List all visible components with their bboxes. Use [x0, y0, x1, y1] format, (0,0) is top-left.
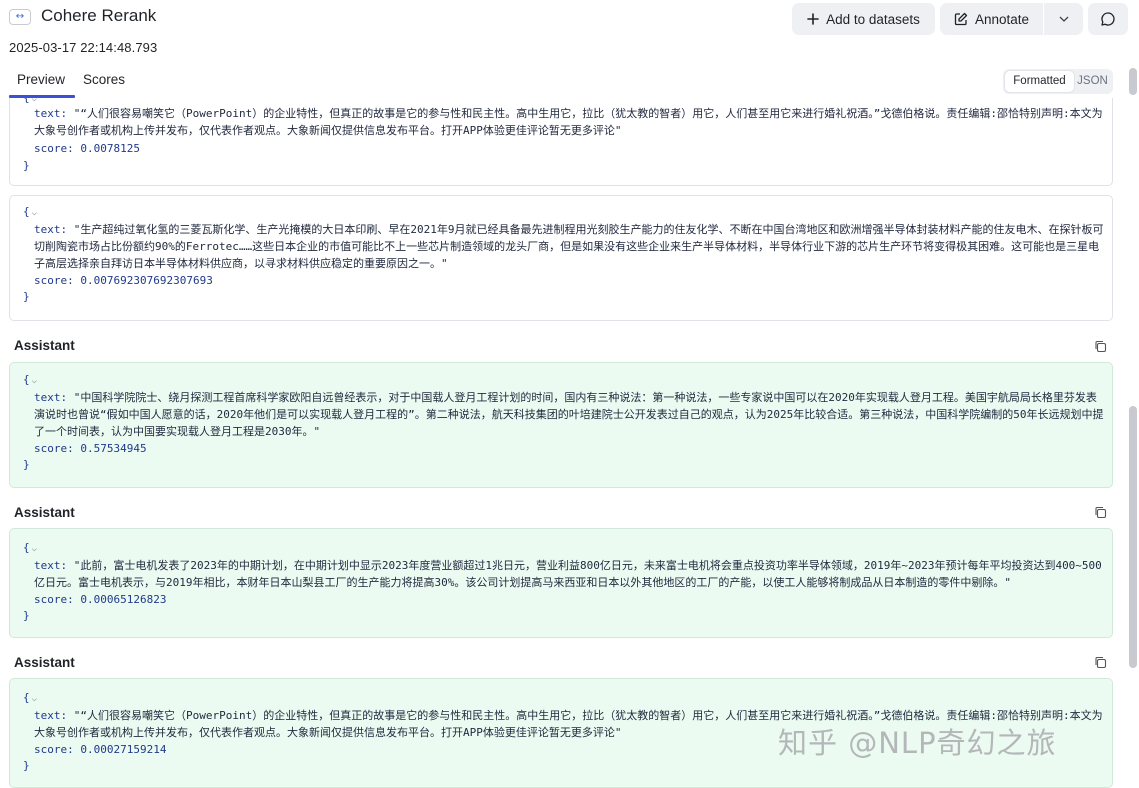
json-toggle-option[interactable]: JSON: [1074, 71, 1111, 92]
role-label: Assistant: [14, 505, 75, 520]
tab-preview[interactable]: Preview: [17, 72, 65, 87]
role-label: Assistant: [14, 338, 75, 353]
scrollbar-thumb[interactable]: [1129, 406, 1137, 668]
brace-close: }: [23, 290, 30, 303]
brace-open: {⌵: [23, 98, 37, 104]
annotate-label: Annotate: [974, 11, 1030, 27]
timestamp: 2025-03-17 22:14:48.793: [9, 40, 158, 55]
copy-icon[interactable]: [1094, 340, 1107, 353]
collapse-chevron-icon[interactable]: ⌵: [32, 544, 37, 554]
role-label: Assistant: [14, 655, 75, 670]
tab-scores[interactable]: Scores: [83, 72, 125, 87]
inner-scrollbar-thumb[interactable]: [1129, 68, 1137, 95]
message-card: {⌵ text: "“人们很容易嘲笑它（PowerPoint）的企业特性，但真正…: [9, 98, 1113, 186]
brace-open: {⌵: [23, 205, 38, 218]
collapse-chevron-icon[interactable]: ⌵: [32, 694, 37, 704]
score-field: score: 0.00065126823: [34, 593, 167, 606]
text-field: text: "生产超纯过氧化氢的三菱瓦斯化学、生产光掩模的大日本印刷、早在202…: [34, 223, 1104, 270]
watermark: 知乎 @NLP奇幻之旅: [778, 726, 1057, 760]
chat-bubble-icon: [1101, 12, 1115, 26]
messages-viewport: {⌵ text: "“人们很容易嘲笑它（PowerPoint）的企业特性，但真正…: [0, 98, 1127, 788]
brace-close: }: [23, 159, 30, 172]
chevron-down-icon: [1059, 16, 1068, 22]
message-card: {⌵ text: "生产超纯过氧化氢的三菱瓦斯化学、生产光掩模的大日本印刷、早在…: [9, 195, 1113, 321]
view-mode-toggle: Formatted JSON: [1003, 69, 1113, 94]
brace-open: {⌵: [23, 541, 38, 554]
copy-icon[interactable]: [1094, 506, 1107, 519]
brace-close: }: [23, 759, 30, 772]
plus-icon: [807, 13, 819, 25]
comments-button[interactable]: [1088, 3, 1128, 35]
expand-arrows-icon[interactable]: ↔: [9, 9, 31, 25]
add-to-datasets-button[interactable]: Add to datasets: [792, 3, 935, 35]
collapse-chevron-icon[interactable]: ⌵: [32, 376, 37, 386]
brace-close: }: [23, 458, 30, 471]
page-title: Cohere Rerank: [41, 6, 157, 25]
brace-close: }: [23, 609, 30, 622]
score-field: score: 0.0078125: [34, 142, 140, 155]
copy-icon[interactable]: [1094, 656, 1107, 669]
add-to-datasets-label: Add to datasets: [826, 11, 920, 27]
message-card: {⌵ text: "中国科学院院士、绕月探测工程首席科学家欧阳自远曾经表示，对于…: [9, 362, 1113, 488]
message-card: {⌵ text: "此前，富士电机发表了2023年的中期计划，在中期计划中显示2…: [9, 528, 1113, 638]
brace-open: {⌵: [23, 691, 38, 704]
score-field: score: 0.00027159214: [34, 743, 167, 756]
annotate-button[interactable]: Annotate: [940, 3, 1043, 35]
score-field: score: 0.57534945: [34, 442, 147, 455]
collapse-chevron-icon[interactable]: ⌵: [32, 208, 37, 218]
brace-open: {⌵: [23, 373, 38, 386]
collapse-chevron-icon[interactable]: ⌵: [32, 98, 37, 104]
score-field: score: 0.007692307692307693: [34, 274, 213, 287]
annotate-dropdown-button[interactable]: [1044, 3, 1083, 35]
text-field: text: "“人们很容易嘲笑它（PowerPoint）的企业特性，但真正的故事…: [34, 107, 1103, 137]
text-field: text: "中国科学院院士、绕月探测工程首席科学家欧阳自远曾经表示，对于中国载…: [34, 391, 1104, 438]
edit-icon: [954, 12, 968, 26]
text-field: text: "此前，富士电机发表了2023年的中期计划，在中期计划中显示2023…: [34, 559, 1102, 589]
formatted-toggle-option[interactable]: Formatted: [1005, 71, 1074, 92]
